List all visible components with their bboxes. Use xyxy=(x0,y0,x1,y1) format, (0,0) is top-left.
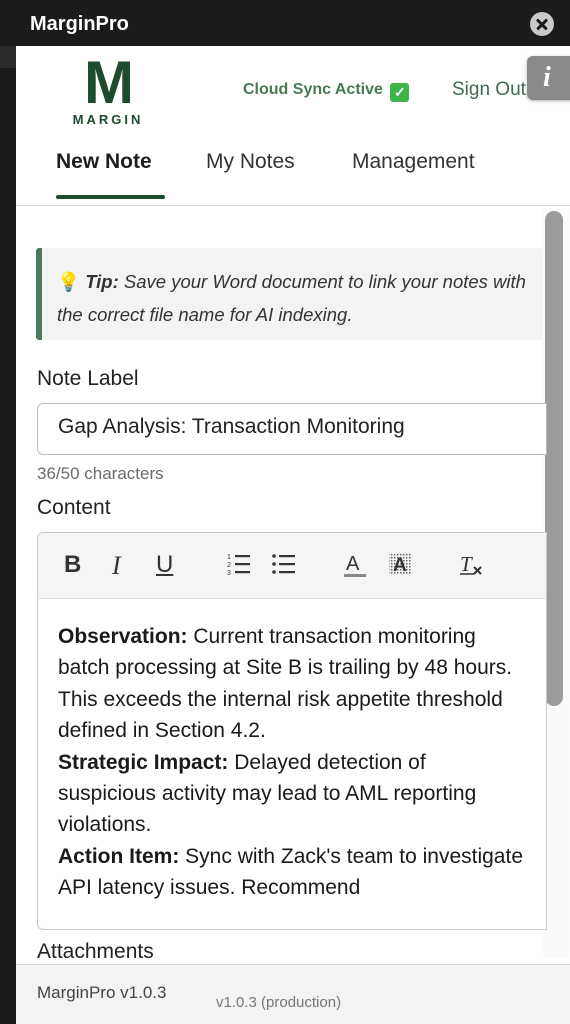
sync-status: Cloud Sync Active ✓ xyxy=(243,81,410,102)
svg-text:2: 2 xyxy=(227,562,231,569)
bullet-list-icon[interactable] xyxy=(271,551,297,581)
tip-callout: 💡 Tip: Save your Word document to link y… xyxy=(36,248,543,340)
content-title: Content xyxy=(37,496,111,519)
window-title: MarginPro xyxy=(30,13,129,35)
taskpane: M MARGIN Cloud Sync Active ✓ Sign Out i … xyxy=(16,46,570,1024)
footer: MarginPro v1.0.3 v1.0.3 (production) xyxy=(16,964,570,1024)
tab-my-notes[interactable]: My Notes xyxy=(206,150,295,174)
footer-brand: MarginPro v1.0.3 xyxy=(37,983,167,1002)
highlight-icon[interactable]: A xyxy=(388,551,414,581)
paragraph-action-item: Action Item: Sync with Zack's team to in… xyxy=(58,841,528,904)
svg-text:A: A xyxy=(393,555,407,576)
font-color-icon[interactable]: A xyxy=(343,551,367,581)
strategic-impact-label: Strategic Impact: xyxy=(58,750,229,774)
tab-management[interactable]: Management xyxy=(352,150,475,174)
logo-wordmark: MARGIN xyxy=(72,112,144,127)
numbered-list-icon[interactable]: 1 2 3 xyxy=(226,551,252,581)
close-icon[interactable] xyxy=(530,12,554,36)
tip-text: Save your Word document to link your not… xyxy=(57,271,526,325)
editor-content[interactable]: Observation: Current transaction monitor… xyxy=(58,621,528,904)
tab-new-note[interactable]: New Note xyxy=(56,150,152,174)
observation-label: Observation: xyxy=(58,625,188,648)
svg-text:3: 3 xyxy=(227,570,231,577)
italic-button[interactable]: I xyxy=(112,551,121,581)
info-icon: i xyxy=(543,62,551,93)
window-titlebar: MarginPro xyxy=(0,0,570,46)
sign-out-link[interactable]: Sign Out xyxy=(452,79,526,101)
header: M MARGIN Cloud Sync Active ✓ Sign Out i … xyxy=(16,46,570,206)
sync-status-label: Cloud Sync Active xyxy=(243,81,383,98)
attachments-title: Attachments xyxy=(37,940,154,963)
note-label-title: Note Label xyxy=(37,367,139,390)
clear-format-icon[interactable]: T xyxy=(458,551,486,581)
editor-toolbar: B I U 1 2 3 A A T xyxy=(38,533,546,599)
paragraph-strategic-impact: Strategic Impact: Delayed detection of s… xyxy=(58,747,528,841)
footer-version: v1.0.3 (production) xyxy=(216,994,342,1011)
check-icon: ✓ xyxy=(390,83,410,102)
svg-text:T: T xyxy=(460,552,473,576)
tip-lead: Tip: xyxy=(85,271,119,292)
rich-text-editor[interactable]: B I U 1 2 3 A A T Observation: Current t… xyxy=(37,532,547,930)
window-edge xyxy=(0,46,16,68)
active-tab-indicator xyxy=(56,195,165,199)
note-label-input[interactable]: Gap Analysis: Transaction Monitoring xyxy=(37,403,547,455)
tab-bar: New Note My Notes Management xyxy=(16,146,570,202)
logo-glyph: M xyxy=(84,49,134,116)
scrollbar[interactable] xyxy=(545,211,563,706)
action-item-label: Action Item: xyxy=(58,844,180,868)
info-button[interactable]: i xyxy=(527,56,570,100)
underline-button[interactable]: U xyxy=(156,551,173,581)
svg-text:1: 1 xyxy=(227,554,231,561)
svg-text:A: A xyxy=(346,553,360,575)
character-counter: 36/50 characters xyxy=(37,464,164,483)
margin-logo: M MARGIN xyxy=(72,49,144,128)
bold-button[interactable]: B xyxy=(64,551,81,581)
lightbulb-icon: 💡 xyxy=(57,271,81,292)
paragraph-observation: Observation: Current transaction monitor… xyxy=(58,621,528,747)
